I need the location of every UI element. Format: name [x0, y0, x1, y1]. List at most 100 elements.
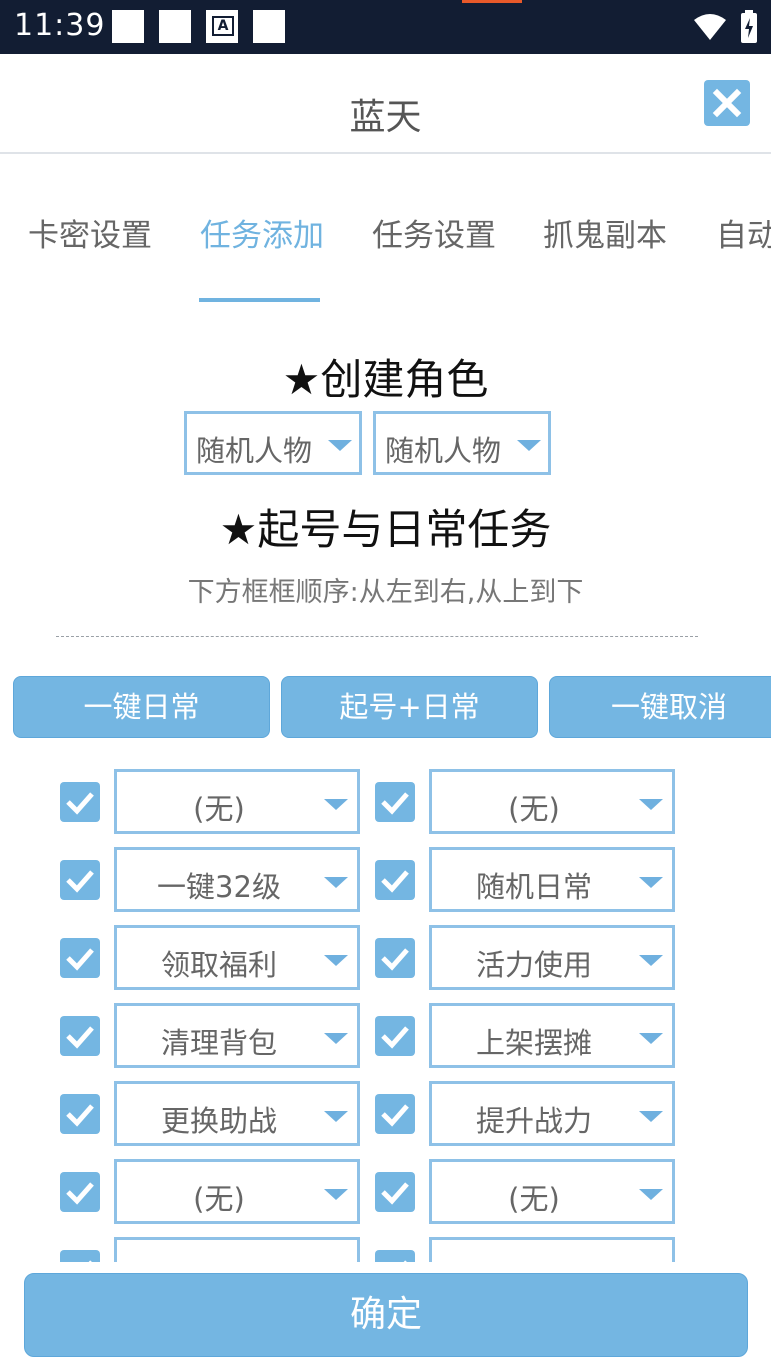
task-select-value: 随机日常 — [475, 870, 592, 904]
task-select[interactable]: 领取福利 — [114, 925, 360, 990]
task-select-value: (无) — [193, 1182, 245, 1216]
tab-auto[interactable]: 自动 — [716, 210, 771, 255]
task-select-value: 上架摆摊 — [475, 1026, 592, 1060]
task-select[interactable]: (无) — [114, 1237, 360, 1262]
role-select-value: 随机人物 — [385, 434, 502, 468]
daily-tasks-title: ★起号与日常任务 — [219, 505, 552, 554]
task-select[interactable]: 清理背包 — [114, 1003, 360, 1068]
chevron-down-icon — [639, 955, 663, 966]
check-icon — [66, 1026, 94, 1049]
check-icon — [381, 1104, 409, 1127]
order-hint: 下方框框顺序:从左到右,从上到下 — [187, 577, 584, 608]
task-select-value: (无) — [432, 1254, 636, 1262]
task-checkbox[interactable] — [375, 782, 415, 822]
tab-card-settings[interactable]: 卡密设置 — [28, 210, 152, 255]
task-checkbox[interactable] — [375, 1172, 415, 1212]
task-checkbox[interactable] — [60, 1250, 100, 1262]
check-icon — [381, 948, 409, 971]
task-select[interactable]: 上架摆摊 — [429, 1003, 675, 1068]
notification-icon — [159, 10, 191, 43]
task-checkbox[interactable] — [375, 1250, 415, 1262]
chevron-down-icon — [324, 1189, 348, 1200]
task-select-value: 领取福利 — [160, 948, 277, 982]
task-checkbox[interactable] — [375, 1016, 415, 1056]
chevron-down-icon — [324, 955, 348, 966]
start-plus-daily-button[interactable]: 起号+日常 — [281, 676, 538, 738]
chevron-down-icon — [639, 1111, 663, 1122]
task-select-value: 清理背包 — [160, 1026, 277, 1060]
task-checkbox[interactable] — [375, 860, 415, 900]
dialog-header: 蓝天 — [0, 54, 771, 154]
notification-icon — [112, 10, 144, 43]
task-checkbox[interactable] — [60, 782, 100, 822]
task-checkbox[interactable] — [60, 1172, 100, 1212]
task-select[interactable]: (无) — [114, 1159, 360, 1224]
chevron-down-icon — [324, 877, 348, 888]
close-button[interactable] — [704, 80, 750, 126]
task-select[interactable]: 一键32级 — [114, 847, 360, 912]
task-select[interactable]: 活力使用 — [429, 925, 675, 990]
tab-bar: 卡密设置 任务添加 任务设置 抓鬼副本 自动 — [0, 200, 771, 310]
check-icon — [66, 948, 94, 971]
task-select-value: (无) — [508, 792, 560, 826]
task-select[interactable]: (无) — [429, 1237, 675, 1262]
task-select-value: 更换助战 — [160, 1104, 277, 1138]
chevron-down-icon — [639, 799, 663, 810]
task-checkbox[interactable] — [375, 938, 415, 978]
chevron-down-icon — [324, 1033, 348, 1044]
check-icon — [381, 792, 409, 815]
dashed-divider — [56, 636, 698, 637]
task-select-value: (无) — [508, 1182, 560, 1216]
wifi-icon — [694, 14, 726, 40]
create-role-title: ★创建角色 — [282, 355, 489, 404]
check-icon — [66, 870, 94, 893]
check-icon — [381, 1182, 409, 1205]
task-checkbox[interactable] — [375, 1094, 415, 1134]
task-select[interactable]: 更换助战 — [114, 1081, 360, 1146]
role-select-value: 随机人物 — [196, 434, 313, 468]
close-icon — [712, 88, 742, 118]
status-bar: 11:39 A — [0, 0, 771, 54]
task-select[interactable]: 随机日常 — [429, 847, 675, 912]
one-click-cancel-button[interactable]: 一键取消 — [549, 676, 771, 738]
dialog-title: 蓝天 — [349, 97, 422, 138]
confirm-button[interactable]: 确定 — [24, 1273, 748, 1357]
check-icon — [381, 870, 409, 893]
role-select-2[interactable]: 随机人物 — [373, 411, 551, 475]
battery-icon — [741, 10, 757, 43]
check-icon — [66, 1104, 94, 1127]
chevron-down-icon — [328, 440, 352, 451]
check-icon — [88, 1260, 92, 1262]
task-checkbox[interactable] — [60, 1094, 100, 1134]
check-icon — [403, 1260, 407, 1262]
active-tab-indicator — [199, 298, 320, 302]
task-select[interactable]: (无) — [429, 1159, 675, 1224]
check-icon — [66, 1182, 94, 1205]
tab-task-add[interactable]: 任务添加 — [200, 210, 324, 255]
chevron-down-icon — [639, 1189, 663, 1200]
task-select-value: 一键32级 — [157, 870, 281, 904]
notification-a-icon: A — [212, 16, 234, 36]
tab-task-settings[interactable]: 任务设置 — [372, 210, 496, 255]
task-checkbox[interactable] — [60, 1016, 100, 1056]
status-time: 11:39 — [14, 8, 106, 43]
task-select[interactable]: (无) — [429, 769, 675, 834]
tab-ghost-dungeon[interactable]: 抓鬼副本 — [543, 210, 667, 255]
task-select-value: (无) — [117, 1254, 321, 1262]
task-checkbox[interactable] — [60, 860, 100, 900]
one-click-daily-button[interactable]: 一键日常 — [13, 676, 270, 738]
task-select-value: 活力使用 — [475, 948, 592, 982]
check-icon — [381, 1026, 409, 1049]
task-select[interactable]: 提升战力 — [429, 1081, 675, 1146]
chevron-down-icon — [639, 877, 663, 888]
chevron-down-icon — [639, 1033, 663, 1044]
task-select[interactable]: (无) — [114, 769, 360, 834]
chevron-down-icon — [324, 1111, 348, 1122]
task-select-value: (无) — [193, 792, 245, 826]
check-icon — [66, 792, 94, 815]
task-select-value: 提升战力 — [475, 1104, 592, 1138]
task-checkbox[interactable] — [60, 938, 100, 978]
chevron-down-icon — [517, 440, 541, 451]
notification-icon — [253, 10, 285, 43]
role-select-1[interactable]: 随机人物 — [184, 411, 362, 475]
